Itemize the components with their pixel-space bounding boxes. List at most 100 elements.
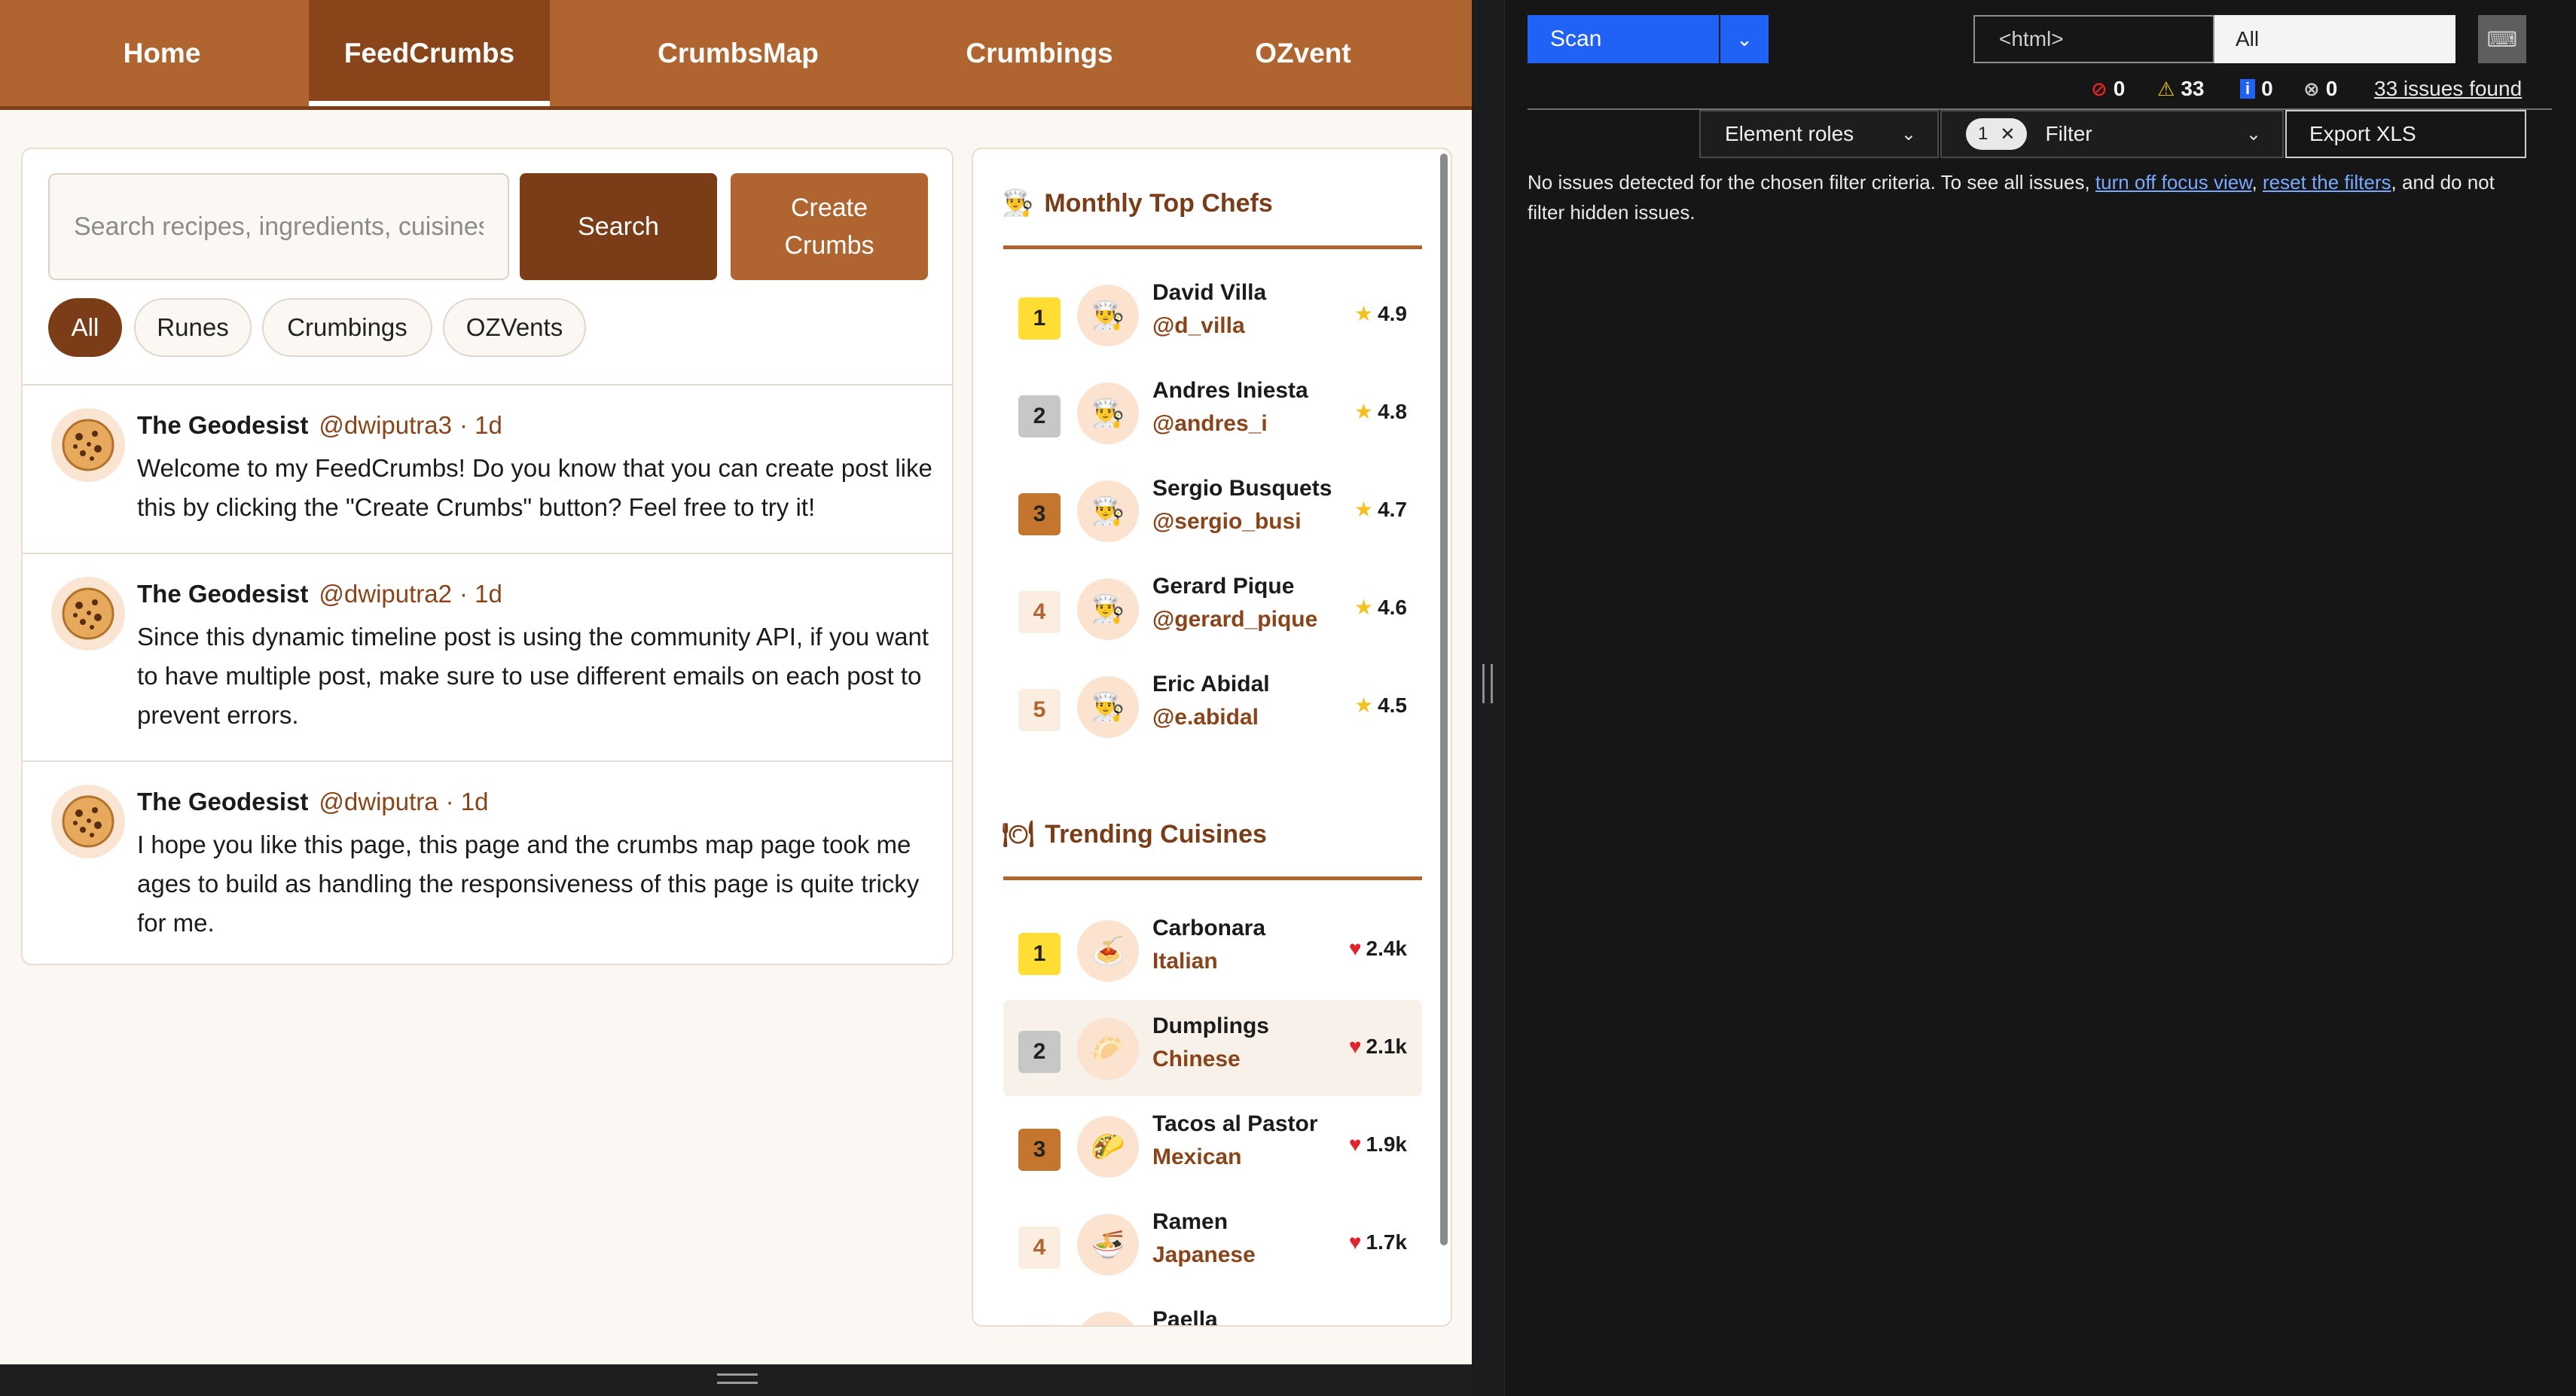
accessibility-devtools: Scan ⌄ <html> All ⌨ ⊘ 0 ⚠ 33 i0 ⊗ 0 33 issu… bbox=[1505, 0, 2576, 1396]
rank-badge: 2 bbox=[1018, 1031, 1061, 1073]
chef-row[interactable]: 4 👨‍🍳 Gerard Pique @gerard_pique ★ 4.6 bbox=[1003, 560, 1422, 657]
side-panel-scrollbar[interactable] bbox=[1440, 154, 1448, 1245]
info-count-value: 0 bbox=[2261, 77, 2273, 100]
chef-rating: ★ 4.6 bbox=[1354, 595, 1407, 620]
search-button[interactable]: Search bbox=[520, 173, 717, 280]
feed-post: The Geodesist @dwiputra2 · 1d Since this d… bbox=[23, 553, 952, 760]
nav-feedcrumbs[interactable]: FeedCrumbs bbox=[309, 0, 550, 106]
active-filter-tag[interactable]: 1 ✕ bbox=[1966, 118, 2028, 150]
post-author[interactable]: The Geodesist bbox=[137, 580, 308, 608]
cuisine-row[interactable]: 1 🍝 Carbonara Italian ♥ 2.4k bbox=[1003, 902, 1422, 998]
chef-name: David Villa bbox=[1152, 280, 1267, 305]
cuisine-row[interactable]: 🥘 Paella bbox=[1003, 1294, 1422, 1327]
cuisine-row[interactable]: 3 🌮 Tacos al Pastor Mexican ♥ 1.9k bbox=[1003, 1098, 1422, 1194]
star-icon: ★ bbox=[1354, 498, 1374, 521]
scan-options-chevron-icon[interactable]: ⌄ bbox=[1720, 15, 1769, 63]
post-time: · 1d bbox=[459, 411, 502, 439]
search-input[interactable] bbox=[48, 173, 509, 280]
keyboard-icon[interactable]: ⌨ bbox=[2478, 15, 2526, 63]
info-count[interactable]: i0 bbox=[2240, 74, 2273, 104]
paella-icon: 🥘 bbox=[1077, 1312, 1139, 1325]
heart-icon: ♥ bbox=[1348, 937, 1362, 960]
post-handle[interactable]: @dwiputra bbox=[319, 788, 438, 815]
star-icon: ★ bbox=[1354, 302, 1374, 325]
error-count-value: 0 bbox=[2113, 77, 2126, 100]
cuisine-origin: Chinese bbox=[1152, 1047, 1241, 1071]
ramen-icon: 🍜 bbox=[1077, 1214, 1139, 1276]
chef-row[interactable]: 2 👨‍🍳 Andres Iniesta @andres_i ★ 4.8 bbox=[1003, 364, 1422, 461]
chevron-down-icon: ⌄ bbox=[1900, 123, 1916, 145]
post-author[interactable]: The Geodesist bbox=[137, 788, 308, 815]
chef-row[interactable]: 3 👨‍🍳 Sergio Busquets @sergio_busi ★ 4.7 bbox=[1003, 462, 1422, 559]
chef-rating: ★ 4.7 bbox=[1354, 497, 1407, 522]
element-roles-dropdown[interactable]: Element roles ⌄ bbox=[1699, 110, 1939, 158]
close-icon[interactable]: ✕ bbox=[2000, 123, 2015, 145]
resize-handle-icon[interactable] bbox=[717, 1373, 758, 1384]
rank-badge bbox=[1018, 1324, 1061, 1325]
post-author[interactable]: The Geodesist bbox=[137, 411, 308, 439]
info-icon: i bbox=[2240, 79, 2256, 99]
chef-handle[interactable]: @gerard_pique bbox=[1152, 607, 1317, 632]
warning-count[interactable]: ⚠ 33 bbox=[2157, 74, 2204, 104]
create-crumbs-button[interactable]: Create Crumbs bbox=[731, 173, 928, 280]
rank-badge: 3 bbox=[1018, 493, 1061, 535]
scan-scope-field[interactable]: All bbox=[2214, 15, 2455, 63]
likes-value: 2.1k bbox=[1366, 1035, 1408, 1058]
filter-dropdown[interactable]: 1 ✕ Filter ⌄ bbox=[1940, 110, 2284, 158]
filter-chip-all[interactable]: All bbox=[48, 298, 122, 357]
post-handle[interactable]: @dwiputra3 bbox=[319, 411, 452, 439]
rating-value: 4.6 bbox=[1378, 596, 1407, 619]
post-handle[interactable]: @dwiputra2 bbox=[319, 580, 452, 608]
chef-rating: ★ 4.8 bbox=[1354, 399, 1407, 424]
hidden-count[interactable]: ⊗ 0 bbox=[2303, 74, 2337, 104]
splitter-grip-icon[interactable] bbox=[1482, 664, 1493, 703]
nav-ozvent[interactable]: OZvent bbox=[1220, 0, 1386, 106]
filter-chip-crumbings[interactable]: Crumbings bbox=[262, 298, 432, 357]
chef-handle[interactable]: @e.abidal bbox=[1152, 705, 1259, 730]
empty-state-message: No issues detected for the chosen filter… bbox=[1528, 171, 2495, 224]
likes-value: 1.9k bbox=[1366, 1132, 1408, 1156]
post-text: I hope you like this page, this page and… bbox=[137, 831, 920, 937]
top-chefs-heading: 👨‍🍳 Monthly Top Chefs bbox=[1002, 182, 1273, 224]
hidden-eye-icon: ⊗ bbox=[2303, 77, 2320, 100]
chef-handle[interactable]: @d_villa bbox=[1152, 313, 1245, 339]
reset-filters-link[interactable]: reset the filters bbox=[2263, 171, 2391, 194]
rating-value: 4.8 bbox=[1378, 400, 1407, 423]
nav-crumbings[interactable]: Crumbings bbox=[949, 0, 1130, 106]
nav-home[interactable]: Home bbox=[0, 0, 324, 106]
cuisine-likes: ♥ 1.9k bbox=[1349, 1132, 1407, 1157]
cuisine-name: Paella bbox=[1152, 1307, 1218, 1327]
chef-handle[interactable]: @sergio_busi bbox=[1152, 509, 1302, 535]
scan-target-field[interactable]: <html> bbox=[1973, 15, 2214, 63]
top-navigation: Home FeedCrumbs CrumbsMap Crumbings OZve… bbox=[0, 0, 1472, 110]
cookie-icon bbox=[51, 785, 125, 858]
cuisine-likes: ♥ 2.1k bbox=[1349, 1035, 1407, 1059]
chef-name: Gerard Pique bbox=[1152, 574, 1295, 599]
chef-row[interactable]: 5 👨‍🍳 Eric Abidal @e.abidal ★ 4.5 bbox=[1003, 658, 1422, 754]
filter-chip-ozvents[interactable]: OZVents bbox=[443, 298, 586, 357]
chef-handle[interactable]: @andres_i bbox=[1152, 411, 1268, 437]
filter-chip-runes[interactable]: Runes bbox=[134, 298, 252, 357]
cuisine-row[interactable]: 2 🥟 Dumplings Chinese ♥ 2.1k bbox=[1003, 1000, 1422, 1096]
cuisine-likes: ♥ 2.4k bbox=[1349, 937, 1407, 961]
scan-button[interactable]: Scan bbox=[1528, 15, 1719, 63]
export-xls-button[interactable]: Export XLS bbox=[2285, 110, 2526, 158]
star-icon: ★ bbox=[1354, 693, 1374, 717]
turn-off-focus-view-link[interactable]: turn off focus view bbox=[2095, 171, 2252, 194]
feed-post: The Geodesist @dwiputra · 1d I hope you li… bbox=[23, 760, 952, 964]
section-divider bbox=[1003, 876, 1422, 880]
cuisine-row[interactable]: 4 🍜 Ramen Japanese ♥ 1.7k bbox=[1003, 1196, 1422, 1292]
error-count[interactable]: ⊘ 0 bbox=[2091, 74, 2125, 104]
chef-row[interactable]: 1 👨‍🍳 David Villa @d_villa ★ 4.9 bbox=[1003, 267, 1422, 363]
error-icon: ⊘ bbox=[2091, 77, 2107, 100]
rank-badge: 4 bbox=[1018, 591, 1061, 633]
hidden-count-value: 0 bbox=[2325, 77, 2338, 100]
cuisine-name: Dumplings bbox=[1152, 1013, 1269, 1038]
chef-name: Andres Iniesta bbox=[1152, 378, 1308, 403]
rating-value: 4.7 bbox=[1378, 498, 1407, 521]
issues-found-link[interactable]: 33 issues found bbox=[2374, 74, 2522, 104]
chef-icon: 👨‍🍳 bbox=[1077, 676, 1139, 738]
nav-crumbsmap[interactable]: CrumbsMap bbox=[648, 0, 829, 106]
plate-icon: 🍽 bbox=[1002, 820, 1035, 849]
pane-splitter[interactable] bbox=[1472, 0, 1505, 1396]
